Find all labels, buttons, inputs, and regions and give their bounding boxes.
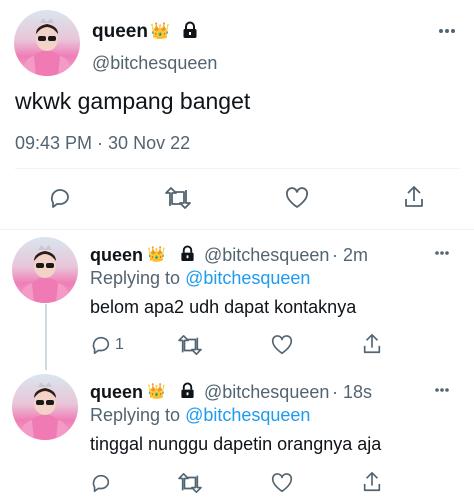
share-icon[interactable] bbox=[402, 184, 426, 210]
more-options-icon[interactable] bbox=[434, 250, 450, 256]
divider bbox=[0, 229, 474, 230]
crown-emoji: 👑 bbox=[150, 23, 170, 40]
crown-emoji: 👑 bbox=[147, 246, 166, 263]
tweet-age[interactable]: · 2m bbox=[332, 245, 368, 266]
crown-emoji: 👑 bbox=[147, 383, 166, 400]
retweet-icon[interactable] bbox=[164, 186, 192, 210]
more-options-icon[interactable] bbox=[438, 28, 456, 34]
retweet-icon[interactable] bbox=[177, 472, 203, 494]
thread-line bbox=[45, 304, 47, 370]
replying-to-label: Replying to bbox=[90, 405, 181, 425]
tweet-age[interactable]: · 18s bbox=[332, 382, 372, 403]
handle[interactable]: @bitchesqueen bbox=[204, 245, 329, 266]
more-options-icon[interactable] bbox=[434, 387, 450, 393]
tweet-timestamp[interactable]: 09:43 PM · 30 Nov 22 bbox=[15, 133, 190, 154]
reply-icon[interactable] bbox=[48, 186, 72, 210]
lock-icon bbox=[180, 245, 195, 262]
display-name[interactable]: queen bbox=[90, 245, 143, 266]
avatar[interactable] bbox=[12, 237, 78, 303]
display-name[interactable]: queen bbox=[90, 382, 143, 403]
like-icon[interactable] bbox=[270, 334, 294, 356]
divider bbox=[15, 168, 459, 169]
display-name[interactable]: queen bbox=[92, 21, 148, 43]
avatar[interactable] bbox=[14, 10, 80, 76]
replying-to-handle[interactable]: @bitchesqueen bbox=[185, 268, 310, 288]
like-icon[interactable] bbox=[270, 472, 294, 494]
like-icon[interactable] bbox=[284, 186, 310, 210]
share-icon[interactable] bbox=[361, 332, 383, 356]
replying-to-line: Replying to @bitchesqueen bbox=[90, 268, 310, 289]
avatar[interactable] bbox=[12, 374, 78, 440]
handle[interactable]: @bitchesqueen bbox=[92, 53, 217, 74]
tweet-text: belom apa2 udh dapat kontaknya bbox=[90, 297, 357, 317]
reply-icon[interactable] bbox=[90, 334, 112, 356]
lock-icon bbox=[180, 382, 195, 399]
retweet-icon[interactable] bbox=[177, 334, 203, 356]
tweet-text: wkwk gampang banget bbox=[15, 88, 251, 114]
lock-icon bbox=[182, 21, 198, 39]
share-icon[interactable] bbox=[361, 470, 383, 494]
replying-to-handle[interactable]: @bitchesqueen bbox=[185, 405, 310, 425]
reply-count: 1 bbox=[115, 336, 124, 353]
reply-icon[interactable] bbox=[90, 472, 112, 494]
handle[interactable]: @bitchesqueen bbox=[204, 382, 329, 403]
replying-to-line: Replying to @bitchesqueen bbox=[90, 405, 310, 426]
tweet-text: tinggal nunggu dapetin orangnya aja bbox=[90, 434, 382, 454]
replying-to-label: Replying to bbox=[90, 268, 181, 288]
